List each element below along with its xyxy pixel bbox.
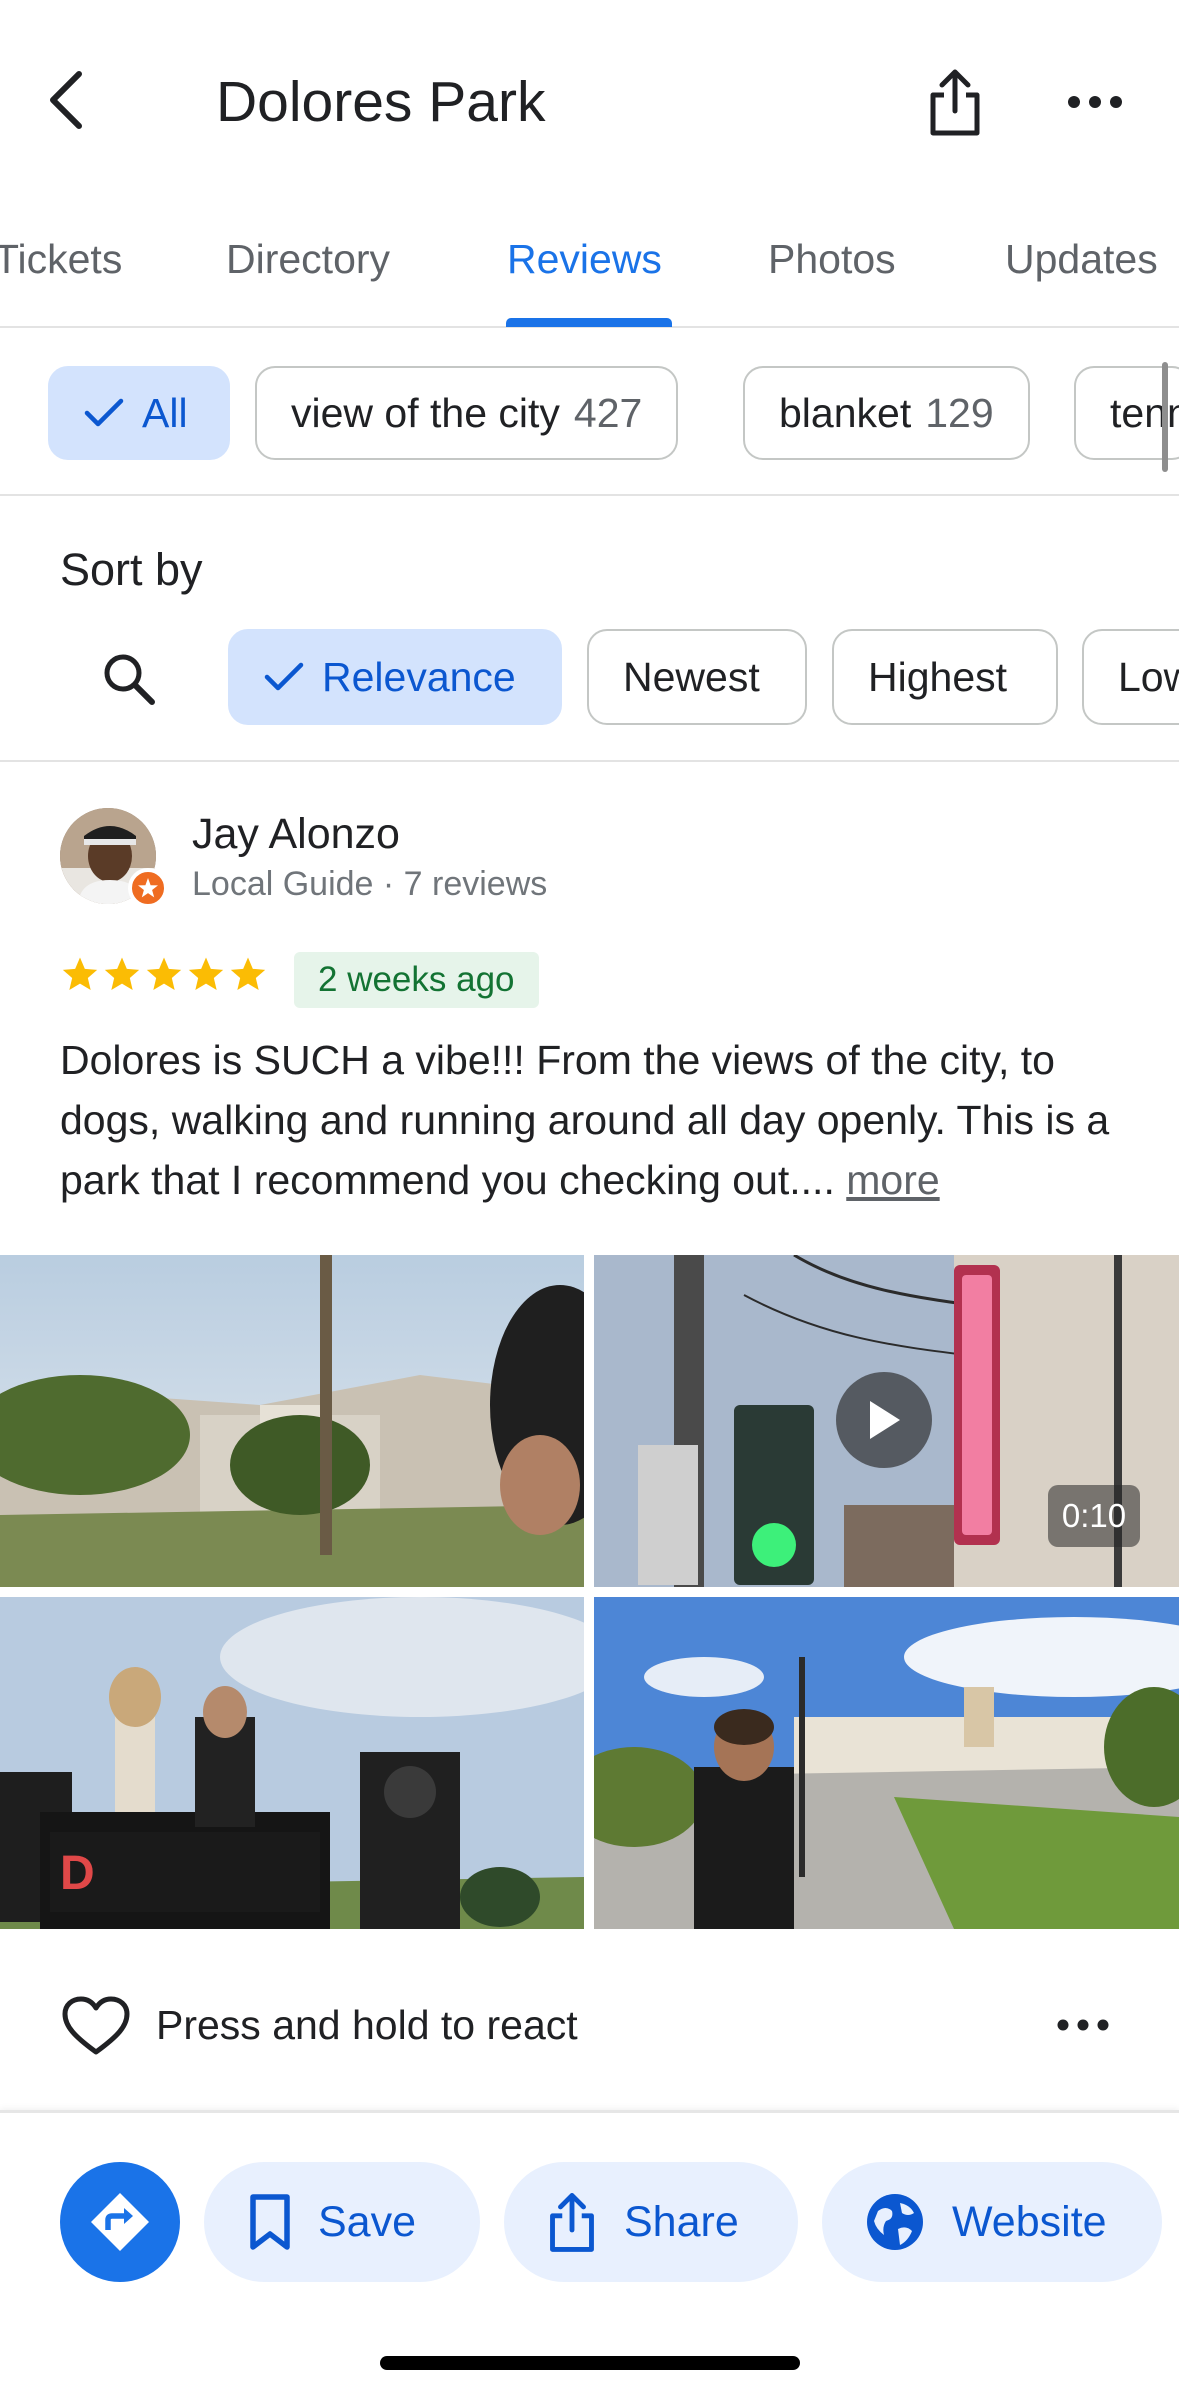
react-row: Press and hold to react (0, 1980, 1179, 2070)
video-duration: 0:10 (1048, 1485, 1140, 1547)
sort-option-label: Newest (623, 653, 760, 700)
star-icon (104, 957, 140, 990)
tab-bar: Tickets Directory Reviews Photos Updates (0, 215, 1179, 328)
search-icon (104, 654, 155, 705)
save-label: Save (318, 2197, 417, 2246)
share-icon (930, 69, 980, 136)
sort-label: Sort by (60, 544, 203, 595)
topic-chip-all[interactable]: All (48, 366, 230, 460)
chevron-left-icon (50, 71, 82, 129)
topic-chip-label: All (142, 389, 188, 436)
bookmark-icon (248, 2192, 292, 2252)
home-indicator[interactable] (380, 2356, 800, 2370)
reviewer-name[interactable]: Jay Alonzo (192, 806, 400, 862)
more-horizontal-icon (1068, 96, 1122, 108)
react-label: Press and hold to react (156, 2002, 578, 2048)
sort-option-label: Low (1118, 653, 1179, 700)
share-button[interactable]: Share (504, 2162, 798, 2282)
topic-filter-row: All view of the city 427 blanket 129 ten… (0, 328, 1179, 496)
review-more-button[interactable] (1048, 1990, 1118, 2060)
tab-updates[interactable]: Updates (1005, 229, 1158, 289)
play-button[interactable] (836, 1372, 932, 1468)
more-link[interactable]: more (846, 1157, 939, 1203)
topic-chip-label: view of the city (291, 389, 560, 436)
review-time-badge: 2 weeks ago (294, 952, 539, 1008)
sort-newest[interactable]: Newest (587, 629, 807, 725)
tab-photos[interactable]: Photos (768, 229, 896, 289)
share-top-button[interactable] (920, 62, 990, 142)
globe-icon (864, 2191, 926, 2253)
react-button[interactable] (60, 1994, 132, 2058)
more-options-button[interactable] (1060, 62, 1130, 142)
topic-chip-label: blanket (779, 389, 912, 436)
tab-reviews[interactable]: Reviews (507, 229, 662, 289)
more-horizontal-icon (1057, 2019, 1109, 2031)
star-icon (62, 957, 98, 990)
review-photo-3[interactable] (594, 1597, 1179, 1929)
tab-active-indicator (506, 318, 672, 327)
sort-highest[interactable]: Highest (832, 629, 1058, 725)
review-text: Dolores is SUCH a vibe!!! From the views… (60, 1030, 1140, 1210)
check-icon (264, 661, 304, 693)
scrollbar[interactable] (1162, 362, 1168, 472)
svg-text:D: D (60, 1847, 95, 1900)
directions-icon (91, 2193, 149, 2251)
star-rating (60, 955, 268, 995)
save-button[interactable]: Save (204, 2162, 480, 2282)
tab-directory[interactable]: Directory (226, 229, 390, 289)
topic-chip-label: tenn (1110, 389, 1179, 436)
heart-outline-icon (62, 1996, 130, 2055)
tab-tickets[interactable]: Tickets (0, 229, 122, 289)
website-button[interactable]: Website (822, 2162, 1162, 2282)
back-button[interactable] (30, 60, 100, 140)
website-label: Website (952, 2197, 1107, 2246)
topic-chip-view-of-the-city[interactable]: view of the city 427 (255, 366, 679, 460)
review-body: Dolores is SUCH a vibe!!! From the views… (60, 1037, 1110, 1203)
check-icon (84, 397, 124, 429)
topic-chip-count: 427 (573, 389, 643, 436)
sort-options-row: Relevance Newest Highest Low (0, 626, 1179, 726)
sort-option-label: Relevance (322, 653, 516, 700)
divider (0, 760, 1179, 762)
share-label: Share (624, 2197, 739, 2246)
star-icon (146, 957, 182, 990)
search-reviews-button[interactable] (94, 644, 164, 714)
page-title: Dolores Park (216, 70, 546, 134)
sort-relevance[interactable]: Relevance (228, 629, 562, 725)
review-photo-2[interactable]: D (0, 1597, 584, 1929)
star-icon (188, 957, 224, 990)
local-guide-badge-icon (128, 868, 168, 908)
star-icon (230, 957, 266, 990)
play-icon (870, 1401, 900, 1439)
header: Dolores Park (0, 0, 1179, 200)
sort-lowest[interactable]: Low (1082, 629, 1179, 725)
share-icon (546, 2191, 598, 2253)
sort-option-label: Highest (868, 653, 1008, 700)
topic-chip-blanket[interactable]: blanket 129 (743, 366, 1030, 460)
review-photo-1[interactable] (0, 1255, 584, 1587)
directions-button[interactable] (60, 2162, 180, 2282)
topic-chip-count: 129 (925, 389, 994, 436)
reviewer-meta: Local Guide · 7 reviews (192, 865, 548, 903)
